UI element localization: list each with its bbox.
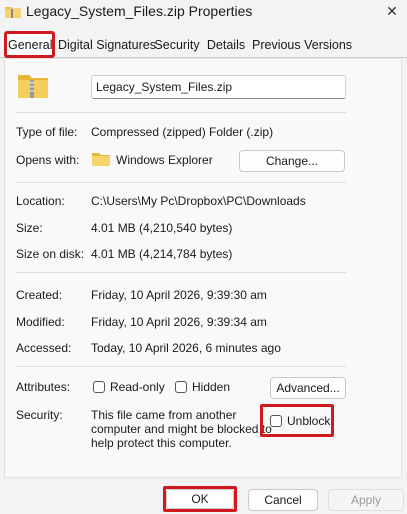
unblock-label[interactable]: Unblock xyxy=(287,414,330,428)
type-value: Compressed (zipped) Folder (.zip) xyxy=(91,125,274,139)
advanced-button[interactable]: Advanced... xyxy=(270,377,346,399)
tab-previous-versions[interactable]: Previous Versions xyxy=(252,34,352,57)
opens-with-label: Opens with: xyxy=(16,153,80,167)
unblock-checkbox[interactable] xyxy=(270,415,282,427)
file-name-field[interactable]: Legacy_System_Files.zip xyxy=(91,75,346,99)
change-button[interactable]: Change... xyxy=(239,150,345,172)
location-label: Location: xyxy=(16,194,65,208)
security-message-line1: This file came from another xyxy=(91,408,237,422)
size-on-disk-value: 4.01 MB (4,214,784 bytes) xyxy=(91,247,233,261)
separator xyxy=(16,272,346,273)
tab-details[interactable]: Details xyxy=(205,34,247,57)
hidden-label[interactable]: Hidden xyxy=(192,380,230,394)
close-icon[interactable]: ✕ xyxy=(383,2,401,20)
zip-folder-icon xyxy=(5,7,21,18)
attributes-label: Attributes: xyxy=(16,380,71,394)
readonly-label[interactable]: Read-only xyxy=(110,380,165,394)
location-value: C:\Users\My Pc\Dropbox\PC\Downloads xyxy=(91,194,306,208)
tab-general[interactable]: General xyxy=(8,34,52,57)
type-label: Type of file: xyxy=(16,125,78,139)
hidden-checkbox[interactable] xyxy=(175,381,187,393)
cancel-button[interactable]: Cancel xyxy=(248,489,318,511)
tab-digital-signatures[interactable]: Digital Signatures xyxy=(58,34,156,57)
accessed-label: Accessed: xyxy=(16,341,72,355)
security-message-line3: help protect this computer. xyxy=(91,436,232,450)
security-label: Security: xyxy=(16,408,63,422)
separator xyxy=(16,112,346,113)
opens-with-value: Windows Explorer xyxy=(116,153,213,167)
size-on-disk-label: Size on disk: xyxy=(16,247,85,261)
ok-button[interactable]: OK xyxy=(166,489,234,509)
size-value: 4.01 MB (4,210,540 bytes) xyxy=(91,221,233,235)
zip-folder-large-icon xyxy=(18,75,48,98)
explorer-folder-icon xyxy=(92,153,110,166)
apply-button[interactable]: Apply xyxy=(328,489,404,511)
accessed-value: Today, 10 April 2026, 6 minutes ago xyxy=(91,341,281,355)
tab-security[interactable]: Security xyxy=(154,34,200,57)
readonly-checkbox[interactable] xyxy=(93,381,105,393)
size-label: Size: xyxy=(16,221,43,235)
window-title: Legacy_System_Files.zip Properties xyxy=(26,3,253,19)
security-message-line2: computer and might be blocked to xyxy=(91,422,272,436)
modified-value: Friday, 10 April 2026, 9:39:34 am xyxy=(91,315,267,329)
separator xyxy=(16,182,346,183)
created-label: Created: xyxy=(16,288,63,302)
created-value: Friday, 10 April 2026, 9:39:30 am xyxy=(91,288,267,302)
modified-label: Modified: xyxy=(16,315,65,329)
separator xyxy=(16,366,346,367)
